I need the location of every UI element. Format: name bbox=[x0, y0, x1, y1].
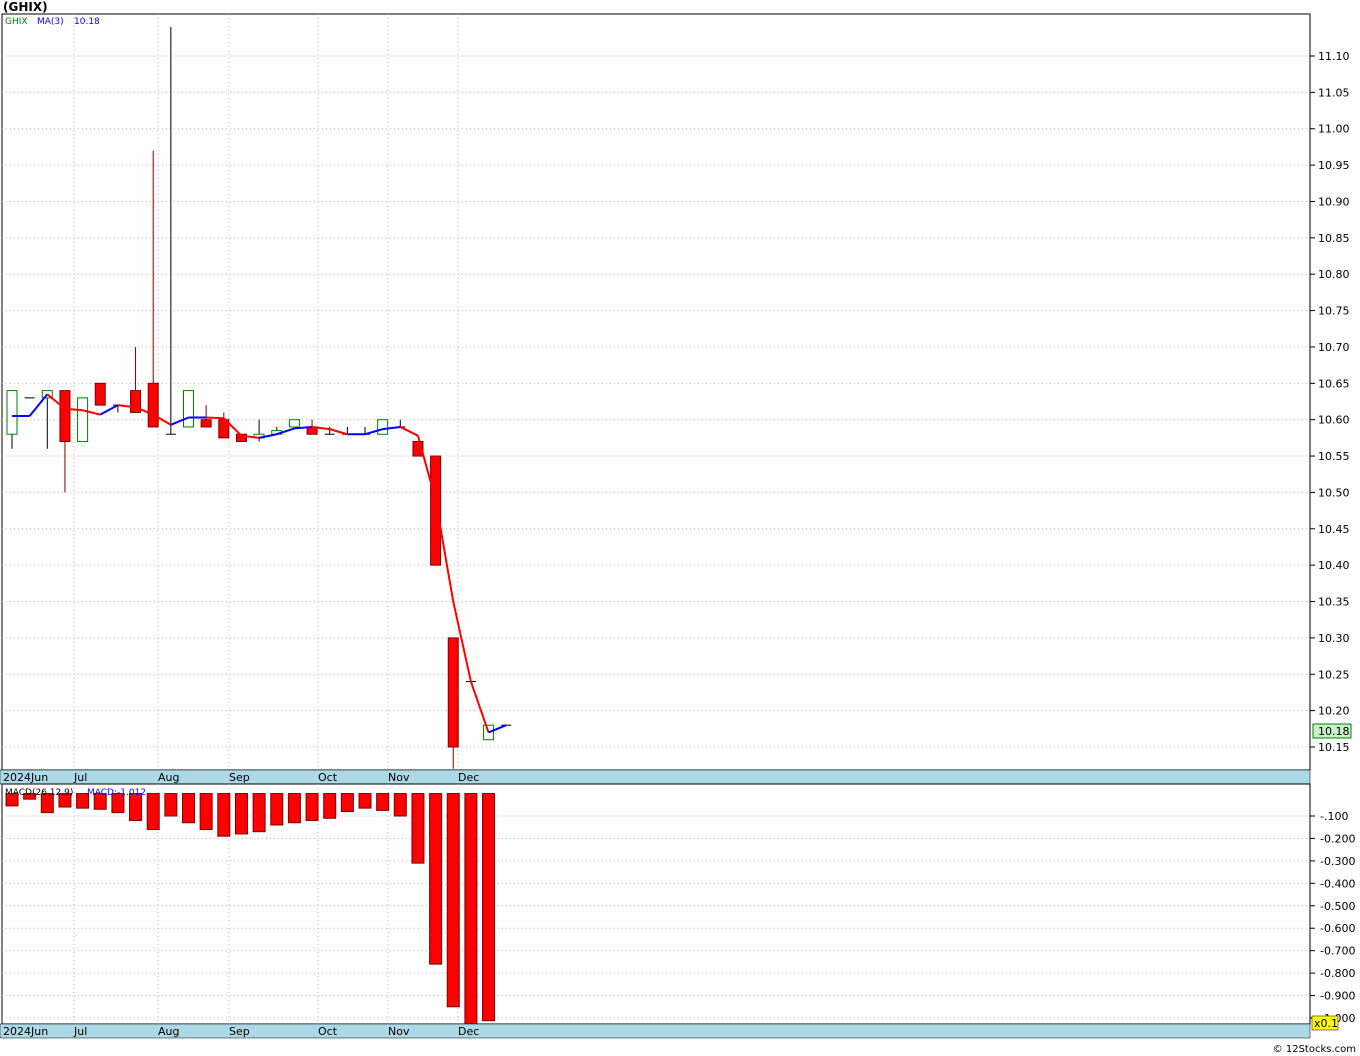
month-label: 2024Jun bbox=[3, 771, 48, 784]
month-label: Nov bbox=[388, 771, 410, 784]
macd-bar bbox=[464, 793, 478, 1025]
macd-tick-label: -0.700 bbox=[1320, 945, 1355, 958]
candle-body bbox=[147, 382, 159, 428]
macd-bar bbox=[252, 793, 266, 833]
macd-bar bbox=[323, 793, 337, 819]
month-label: Dec bbox=[458, 771, 479, 784]
macd-bar bbox=[305, 793, 319, 821]
scale-label: x0.1 bbox=[1314, 1017, 1338, 1030]
candle-body bbox=[94, 382, 106, 406]
legend-macd-value: MACD:-1.012 bbox=[87, 788, 146, 798]
last-price-label: 10.18 bbox=[1318, 725, 1350, 738]
macd-bar bbox=[340, 793, 354, 813]
month-label: Nov bbox=[388, 1025, 410, 1038]
month-label: Jul bbox=[73, 1025, 87, 1038]
month-label: Dec bbox=[458, 1025, 479, 1038]
macd-bar bbox=[164, 793, 178, 817]
macd-bar bbox=[182, 793, 195, 824]
month-axis-band bbox=[0, 769, 1311, 785]
macd-bar bbox=[234, 793, 248, 835]
legend-symbol: GHIX bbox=[5, 17, 28, 27]
price-tick-label: 10.95 bbox=[1318, 159, 1350, 172]
price-tick-label: 10.25 bbox=[1318, 668, 1350, 681]
candle-body bbox=[377, 419, 389, 435]
macd-bar bbox=[376, 793, 390, 811]
month-label: Aug bbox=[158, 771, 179, 784]
month-label: 2024Jun bbox=[3, 1025, 48, 1038]
macd-bar bbox=[411, 793, 425, 864]
macd-tick-label: -0.300 bbox=[1320, 855, 1355, 868]
macd-panel bbox=[1, 783, 1311, 1025]
price-tick-label: 10.45 bbox=[1318, 523, 1350, 536]
month-axis-bottom: 2024Jun Jul Aug Sep Oct Nov Dec bbox=[3, 1025, 479, 1038]
legend-ma-value: 10.18 bbox=[74, 17, 100, 27]
price-tick-label: 10.35 bbox=[1318, 596, 1350, 609]
price-tick-label: 11.05 bbox=[1318, 86, 1350, 99]
candle-body bbox=[59, 390, 71, 443]
macd-bar bbox=[358, 793, 372, 809]
macd-bar bbox=[393, 793, 407, 817]
price-tick-label: 10.20 bbox=[1318, 705, 1350, 718]
macd-bar bbox=[217, 793, 231, 837]
macd-bar bbox=[287, 793, 301, 824]
price-tick-label: 10.75 bbox=[1318, 305, 1350, 318]
month-label: Sep bbox=[229, 1025, 250, 1038]
month-axis-band-bottom bbox=[0, 1023, 1311, 1039]
legend-ma-label: MA(3) bbox=[37, 17, 64, 27]
price-tick-label: 10.60 bbox=[1318, 414, 1350, 427]
month-label: Oct bbox=[318, 1025, 338, 1038]
macd-bar bbox=[446, 793, 460, 1008]
price-tick-label: 11.00 bbox=[1318, 123, 1350, 136]
macd-tick-label: -0.600 bbox=[1320, 922, 1355, 935]
month-label: Jul bbox=[73, 771, 87, 784]
ma-segment bbox=[206, 416, 224, 420]
price-tick-label: 10.65 bbox=[1318, 377, 1350, 390]
price-tick-label: 10.30 bbox=[1318, 632, 1350, 645]
macd-bar bbox=[146, 793, 160, 830]
macd-tick-label: -0.200 bbox=[1320, 832, 1355, 845]
price-axis: 10.15 10.20 10.25 10.30 10.35 10.40 10.45 10.50… bbox=[1310, 50, 1350, 754]
macd-tick-label: -0.500 bbox=[1320, 900, 1355, 913]
candle-body bbox=[430, 455, 442, 566]
price-tick-label: 10.15 bbox=[1318, 741, 1350, 754]
stock-chart: 10.15 10.20 10.25 10.30 10.35 10.40 10.45 10.50… bbox=[0, 13, 1355, 1039]
legend-macd-label: MACD(26,12,9) bbox=[5, 788, 73, 798]
macd-tick-label: -.100 bbox=[1320, 810, 1348, 823]
candle-body bbox=[6, 390, 18, 435]
price-tick-label: 11.10 bbox=[1318, 50, 1350, 63]
candle-body bbox=[447, 637, 459, 748]
macd-bar bbox=[199, 793, 213, 830]
month-label: Oct bbox=[318, 771, 338, 784]
price-tick-label: 10.70 bbox=[1318, 341, 1350, 354]
price-tick-label: 10.80 bbox=[1318, 268, 1350, 281]
macd-bar bbox=[482, 793, 496, 1022]
month-label: Sep bbox=[229, 771, 250, 784]
macd-axis: -.100 -0.200 -0.300 -0.400 -0.500 -0.600 -0.70… bbox=[1310, 810, 1355, 1025]
credit-text: © 12Stocks.com bbox=[1272, 1044, 1356, 1055]
price-tick-label: 10.55 bbox=[1318, 450, 1350, 463]
price-tick-label: 10.50 bbox=[1318, 486, 1350, 499]
macd-tick-label: -0.800 bbox=[1320, 967, 1355, 980]
month-label: Aug bbox=[158, 1025, 179, 1038]
month-axis-top: 2024Jun Jul Aug Sep Oct Nov Dec bbox=[3, 771, 479, 784]
candle-body bbox=[288, 419, 300, 428]
price-tick-label: 10.85 bbox=[1318, 232, 1350, 245]
candle-body bbox=[200, 419, 212, 428]
candle-body bbox=[183, 390, 194, 428]
macd-tick-label: -0.400 bbox=[1320, 877, 1355, 890]
price-tick-label: 10.40 bbox=[1318, 559, 1350, 572]
macd-bar bbox=[429, 793, 443, 965]
macd-bar bbox=[270, 793, 284, 826]
price-tick-label: 10.90 bbox=[1318, 195, 1350, 208]
macd-tick-label: -0.900 bbox=[1320, 990, 1355, 1003]
candle-body bbox=[77, 397, 89, 443]
price-panel bbox=[1, 13, 1311, 771]
